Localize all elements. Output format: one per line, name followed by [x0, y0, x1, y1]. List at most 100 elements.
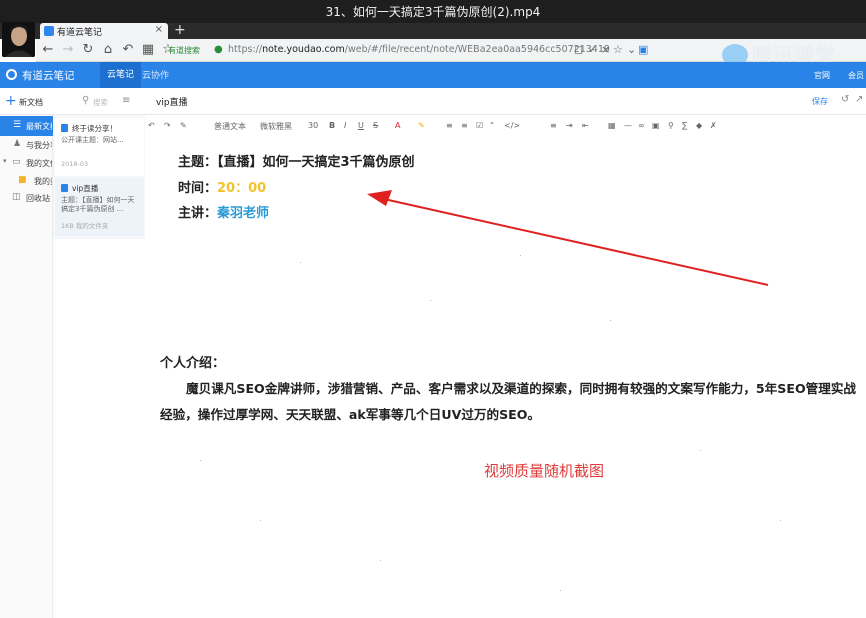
browser-tab-title: 有道云笔记 — [57, 28, 103, 38]
bold-button[interactable]: B — [329, 121, 335, 130]
chevron-down-icon[interactable]: ▾ — [3, 157, 7, 165]
tab-close-icon[interactable]: × — [155, 24, 163, 35]
grid-icon[interactable]: ▦ — [140, 42, 156, 57]
folder-yellow-icon: ■ — [18, 175, 27, 185]
screenshot-icon[interactable]: ▣ — [638, 43, 648, 56]
indent-icon[interactable]: ⇥ — [566, 121, 573, 130]
align-left-icon[interactable]: ≡ — [550, 121, 557, 130]
quote-icon[interactable]: “ — [490, 121, 494, 130]
time-value: 20：00 — [217, 181, 267, 196]
outdent-icon[interactable]: ⇤ — [582, 121, 589, 130]
divider-icon[interactable]: — — [624, 121, 632, 130]
ordered-list-icon[interactable]: ≡ — [461, 121, 468, 130]
noise-speck — [380, 560, 381, 561]
paragraph-style-select[interactable]: 普通文本 — [214, 121, 246, 132]
sidebar-item-my-folder[interactable]: 我的文件夹 — [26, 158, 52, 169]
plus-icon[interactable]: + — [5, 93, 17, 109]
caption-text: 视频质量随机截图 — [484, 462, 605, 480]
redo-icon[interactable]: ↷ — [164, 121, 171, 130]
noise-speck — [560, 590, 561, 591]
note-card-meta: 1KB 我的文件夹 — [61, 222, 109, 230]
note-card-excerpt: 公开课主题：网站... — [61, 136, 124, 144]
sidebar-item-trash[interactable]: 回收站 — [26, 193, 52, 204]
attachment-icon[interactable]: ⚲ — [668, 121, 674, 130]
noise-speck — [300, 262, 301, 263]
undo-icon[interactable]: ↶ — [120, 42, 136, 57]
new-tab-button[interactable]: + — [174, 22, 186, 38]
image-icon[interactable]: ▣ — [652, 121, 660, 130]
sidebar-item-shared[interactable]: 与我分享 — [26, 140, 52, 151]
noise-speck — [700, 450, 701, 451]
note-title[interactable]: vip直播 — [156, 95, 188, 108]
arrow-left-icon[interactable]: ← — [40, 42, 56, 57]
intro-heading: 个人介绍： — [160, 356, 226, 371]
url-host: note.youdao.com — [262, 44, 345, 55]
sidebar-item-recent[interactable]: 最新文档 — [26, 121, 52, 132]
home-icon[interactable]: ⌂ — [100, 42, 116, 57]
url-prefix: https:// — [228, 44, 263, 55]
link-icon[interactable]: ∞ — [638, 121, 645, 130]
arrow-right-icon[interactable]: → — [60, 42, 76, 57]
tab-collaboration[interactable]: 云协作 — [142, 68, 169, 81]
time-line: 时间：20：00 — [178, 177, 266, 196]
member-link[interactable]: 会员 — [848, 70, 864, 81]
topic-label: 主题： — [178, 155, 218, 170]
highlight-icon[interactable]: ✎ — [418, 121, 425, 130]
lightning-icon[interactable]: ✓ — [588, 43, 597, 56]
format-painter-icon[interactable]: ✎ — [180, 121, 187, 130]
font-color-button[interactable]: A — [395, 121, 400, 130]
note-card-date: 2018-03 — [61, 160, 89, 168]
lock-icon: ● — [214, 44, 223, 55]
chevron-down-icon[interactable]: ⌄ — [627, 43, 636, 56]
clear-format-icon[interactable]: ✗ — [710, 121, 717, 130]
star-outline-icon[interactable]: ☆ — [613, 43, 623, 56]
strikethrough-button[interactable]: S — [373, 121, 378, 130]
code-icon[interactable]: </> — [504, 121, 520, 130]
bullet-list-icon[interactable]: ≡ — [446, 121, 453, 130]
noise-speck — [610, 320, 611, 321]
list-item[interactable]: vip直播 主题：【直播】如何一天搞定3千篇伪原创 ... 1KB 我的文件夹 — [55, 178, 144, 236]
table-icon[interactable]: ▦ — [608, 121, 616, 130]
save-button[interactable]: 保存 — [812, 96, 828, 107]
reload-icon[interactable]: ↻ — [80, 42, 96, 57]
app-brand[interactable]: 有道云笔记 — [22, 68, 75, 83]
browser-tab[interactable]: 有道云笔记 × — [40, 23, 168, 39]
youdao-favicon-icon — [44, 26, 54, 36]
checkbox-icon[interactable]: ☑ — [476, 121, 483, 130]
speaker-line: 主讲：秦羽老师 — [178, 202, 269, 221]
sort-icon[interactable]: ≡ — [122, 95, 130, 106]
search-input[interactable]: 搜索 — [93, 97, 108, 108]
mindmap-icon[interactable]: ◆ — [696, 121, 702, 130]
official-site-link[interactable]: 官网 — [814, 70, 830, 81]
close-icon[interactable]: × — [601, 43, 610, 56]
avatar — [2, 22, 35, 57]
noise-speck — [260, 520, 261, 521]
video-title: 31、如何一天搞定3千篇伪原创(2).mp4 — [325, 5, 541, 19]
noise-speck — [430, 300, 431, 301]
intro-paragraph: 魔贝课凡SEO金牌讲师，涉猎营销、产品、客户需求以及渠道的探索，同时拥有较强的文… — [160, 376, 866, 428]
topic-value: 【直播】如何一天搞定3千篇伪原创 — [217, 155, 415, 170]
url-field[interactable]: https://note.youdao.com/web/#/file/recen… — [228, 44, 610, 55]
intro-body: 魔贝课凡SEO金牌讲师，涉猎营销、产品、客户需求以及渠道的探索，同时拥有较强的文… — [160, 381, 857, 422]
font-family-select[interactable]: 微软雅黑 — [260, 121, 292, 132]
note-icon — [61, 184, 68, 192]
list-item[interactable]: 终于读分享！ 公开课主题：网站... 2018-03 — [55, 118, 144, 176]
share-icon[interactable]: ↺ — [841, 94, 849, 105]
speaker-label: 主讲： — [178, 206, 218, 221]
undo-icon[interactable]: ↶ — [148, 121, 155, 130]
italic-button[interactable]: I — [344, 121, 346, 130]
trash-icon: ◫ — [12, 192, 21, 202]
sidebar-item-resource[interactable]: 我的资源 — [34, 176, 52, 187]
new-doc-button[interactable]: 新文档 — [19, 97, 43, 108]
note-card-excerpt: 主题：【直播】如何一天搞定3千篇伪原创 ... — [61, 196, 135, 213]
search-icon[interactable]: ⚲ — [82, 95, 89, 106]
translate-icon[interactable]: ◻ — [574, 43, 583, 56]
math-icon[interactable]: ∑ — [682, 121, 687, 130]
font-size-select[interactable]: 30 — [308, 121, 318, 130]
noise-speck — [200, 460, 201, 461]
tab-cloud-notes[interactable]: 云笔记 — [100, 62, 142, 88]
note-card-title: vip直播 — [72, 184, 99, 193]
underline-button[interactable]: U — [358, 121, 364, 130]
expand-icon[interactable]: ↗ — [855, 94, 863, 105]
secure-badge: 有道搜索 — [168, 46, 200, 55]
